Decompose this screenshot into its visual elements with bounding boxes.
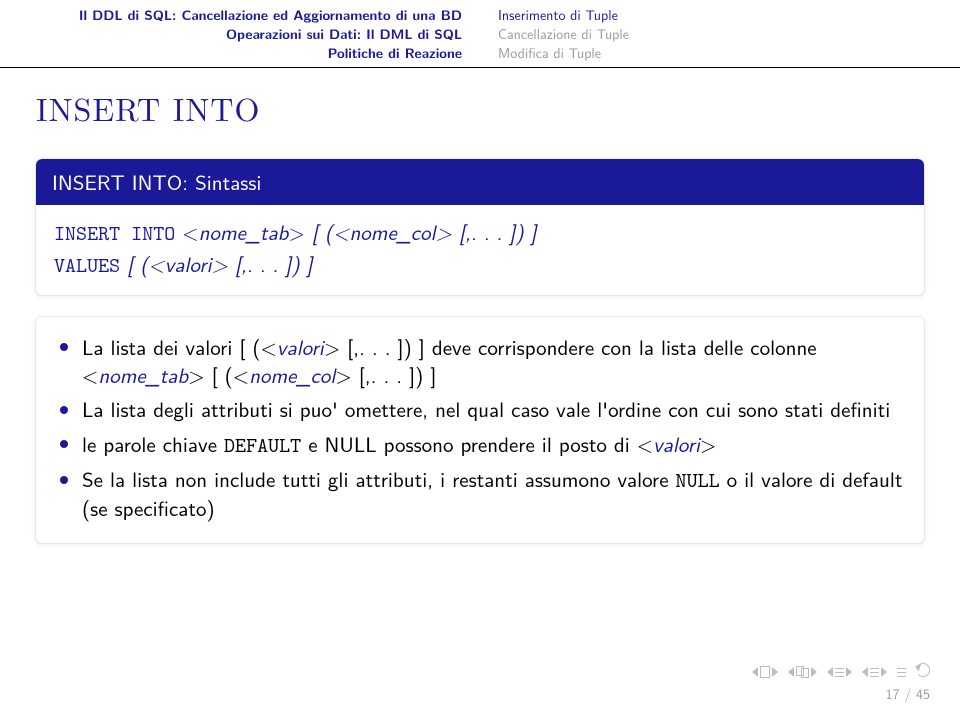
syntax-line-1: INSERT INTO <nome_tab> [ (<nome_col> [,.… (54, 217, 906, 247)
nav-first[interactable] (752, 666, 778, 678)
header-left-line-1[interactable]: Il DDL di SQL: Cancellazione ed Aggiorna… (0, 6, 462, 25)
values-keyword: VALUES (54, 251, 120, 279)
nav-back[interactable] (897, 667, 906, 677)
page-title: INSERT INTO (36, 86, 960, 131)
notes-block-body: La lista dei valori [ (<valori> [,. . . … (36, 317, 924, 543)
page-current: 17 (886, 684, 900, 704)
footer-nav (752, 662, 930, 682)
txt: > [ (< (188, 360, 249, 390)
nome-col: nome_col (249, 360, 335, 390)
txt: > [,. . . ]) ] (212, 249, 313, 279)
header-right-line-1[interactable]: Inserimento di Tuple (498, 6, 960, 25)
page-icon (760, 666, 770, 678)
page-number: 17 / 45 (886, 684, 930, 704)
txt: > [,. . . ]) ] (436, 217, 537, 247)
syntax-block: INSERT INTO: Sintassi INSERT INTO <nome_… (36, 159, 924, 295)
nome-tab: nome_tab (98, 360, 188, 390)
list-item: Se la lista non include tutti gli attrib… (54, 465, 906, 523)
triangle-left-icon (827, 667, 833, 677)
txt: < (175, 217, 198, 247)
content: INSERT INTO: Sintassi INSERT INTO <nome_… (36, 159, 924, 543)
triangle-right-icon (811, 667, 817, 677)
valori: valori (653, 429, 700, 459)
triangle-left-icon (788, 667, 794, 677)
header-left-line-3[interactable]: Politiche di Reazione (0, 44, 462, 63)
valori: valori (277, 332, 324, 362)
notes-block: La lista dei valori [ (<valori> [,. . . … (36, 317, 924, 543)
nome-col: nome_col (349, 217, 435, 247)
list-item: La lista degli attributi si puo' ometter… (54, 395, 906, 423)
header-left-line-2[interactable]: Opearazioni sui Dati: Il DML di SQL (0, 25, 462, 44)
header-right: Inserimento di Tuple Cancellazione di Tu… (480, 6, 960, 63)
triangle-right-icon (881, 667, 887, 677)
nav-slide[interactable] (827, 667, 852, 677)
txt: e NULL possono prendere il posto di < (301, 429, 653, 459)
txt: [ (< (120, 249, 165, 279)
page-icon (801, 668, 809, 678)
valori: valori (165, 249, 212, 279)
txt: > [,. . . ]) ] (335, 360, 436, 390)
syntax-line-2: VALUES [ (<valori> [,. . . ]) ] (54, 249, 906, 279)
header-left: Il DDL di SQL: Cancellazione ed Aggiorna… (0, 6, 480, 63)
nav-frame[interactable] (862, 667, 887, 677)
nav-section[interactable] (788, 666, 817, 678)
triangle-left-icon (752, 667, 758, 677)
header-right-line-3[interactable]: Modifica di Tuple (498, 44, 960, 63)
insert-keyword: INSERT INTO (54, 219, 175, 247)
lines-icon (870, 667, 879, 677)
syntax-block-title: INSERT INTO: Sintassi (36, 159, 924, 205)
txt: > (289, 217, 305, 247)
bullet-list: La lista dei valori [ (<valori> [,. . . … (54, 333, 906, 523)
header: Il DDL di SQL: Cancellazione ed Aggiorna… (0, 0, 960, 68)
list-item: le parole chiave DEFAULT e NULL possono … (54, 430, 906, 459)
triangle-right-icon (772, 667, 778, 677)
txt: Se la lista non include tutti gli attrib… (82, 464, 676, 494)
reload-icon (916, 663, 930, 677)
txt: [ (< (305, 217, 350, 247)
txt: La lista dei valori [ (< (82, 332, 277, 362)
txt: le parole chiave (82, 429, 224, 459)
triangle-left-icon (862, 667, 868, 677)
nav-reload[interactable] (916, 662, 930, 682)
lines-icon (897, 667, 906, 677)
list-item: La lista dei valori [ (<valori > [,. . . … (54, 333, 906, 390)
txt: > (700, 429, 716, 459)
nome-tab: nome_tab (199, 217, 289, 247)
page-total: 45 (916, 684, 930, 704)
null-keyword: NULL (676, 466, 720, 494)
triangle-right-icon (846, 667, 852, 677)
default-keyword: DEFAULT (224, 431, 301, 459)
txt: La lista degli attributi si puo' ometter… (82, 394, 890, 424)
syntax-block-body: INSERT INTO <nome_tab> [ (<nome_col> [,.… (36, 205, 924, 295)
header-right-line-2[interactable]: Cancellazione di Tuple (498, 25, 960, 44)
lines-icon (835, 667, 844, 677)
